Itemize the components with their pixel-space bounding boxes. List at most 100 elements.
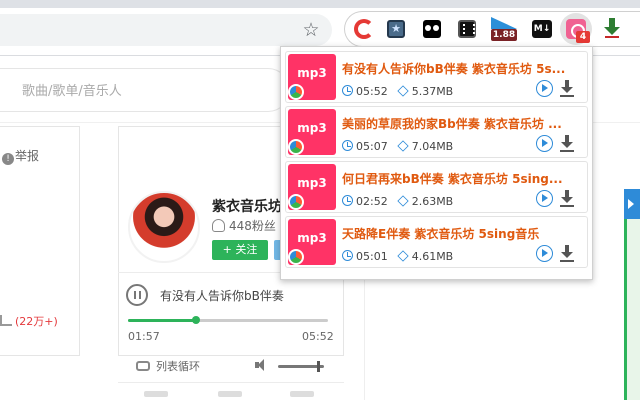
download-icon[interactable] xyxy=(560,190,574,207)
mp3-thumbnail: mp3 xyxy=(288,109,336,155)
song-title: 有没有人告诉你bB伴奏 紫衣音乐坊 5s... xyxy=(342,62,566,76)
report-link[interactable]: ! 举报 xyxy=(2,147,39,165)
source-logo-icon xyxy=(288,249,304,265)
file-size-icon xyxy=(397,85,409,97)
song-meta: 05:07 7.04MB xyxy=(342,140,453,153)
report-label: 举报 xyxy=(15,149,40,163)
play-icon[interactable] xyxy=(536,190,553,207)
song-size: 7.04MB xyxy=(411,140,454,153)
mp3-thumbnail: mp3 xyxy=(288,164,336,210)
song-duration: 02:52 xyxy=(356,195,388,208)
song-meta: 05:52 5.37MB xyxy=(342,85,453,98)
download-icon-base xyxy=(560,260,574,262)
song-list: mp3 有没有人告诉你bB伴奏 紫衣音乐坊 5s... 05:52 5.37MB … xyxy=(285,51,588,271)
song-duration: 05:52 xyxy=(356,85,388,98)
artist-avatar[interactable] xyxy=(128,191,200,263)
pause-icon[interactable] xyxy=(126,284,148,306)
download-icon-base xyxy=(560,95,574,97)
total-time: 05:52 xyxy=(302,330,334,343)
bookmark-star-icon[interactable]: ☆ xyxy=(300,19,322,41)
download-icon[interactable] xyxy=(560,80,574,97)
bar-chart-icon xyxy=(0,315,12,326)
star-extension-icon[interactable]: ★ xyxy=(387,20,405,38)
tab-strip xyxy=(0,0,640,8)
player-tab-1[interactable] xyxy=(144,391,168,397)
person-icon xyxy=(212,219,225,232)
volume-knob[interactable] xyxy=(317,361,321,372)
address-bar[interactable] xyxy=(0,14,332,46)
song-duration: 05:07 xyxy=(356,140,388,153)
play-icon[interactable] xyxy=(536,80,553,97)
song-meta: 02:52 2.63MB xyxy=(342,195,453,208)
hot-count: (22万+) xyxy=(0,313,58,329)
download-icon[interactable] xyxy=(560,135,574,152)
download-icon[interactable] xyxy=(560,245,574,262)
mp3-label: mp3 xyxy=(297,66,327,80)
player-tab-2[interactable] xyxy=(218,391,242,397)
player-tabs xyxy=(118,382,344,400)
speed-extension-icon[interactable]: 1.88 xyxy=(491,17,517,41)
side-expand-tab[interactable] xyxy=(624,189,640,219)
download-icon-arrow xyxy=(561,142,573,148)
extension-popup: mp3 有没有人告诉你bB伴奏 紫衣音乐坊 5s... 05:52 5.37MB … xyxy=(280,46,593,280)
loop-mode-label: 列表循环 xyxy=(156,360,200,373)
opera-extension-icon[interactable] xyxy=(354,19,374,39)
play-icon[interactable] xyxy=(536,245,553,262)
search-input[interactable] xyxy=(22,81,242,101)
download-icon-base xyxy=(560,205,574,207)
search-box xyxy=(0,68,290,112)
download-arrow-head xyxy=(604,27,620,35)
mp3-thumbnail: mp3 xyxy=(288,54,336,100)
download-icon-arrow xyxy=(561,252,573,258)
film-extension-icon[interactable] xyxy=(458,20,476,38)
file-size-icon xyxy=(397,140,409,152)
song-size: 2.63MB xyxy=(411,195,454,208)
download-icon-base xyxy=(560,150,574,152)
download-icon-arrow xyxy=(561,197,573,203)
loop-icon xyxy=(136,361,150,371)
song-title: 天路降E伴奏 紫衣音乐坊 5sing音乐 xyxy=(342,227,540,241)
speed-extension-value: 1.88 xyxy=(491,29,517,41)
song-duration: 05:01 xyxy=(356,250,388,263)
mp3-label: mp3 xyxy=(297,121,327,135)
song-item: mp3 何日君再来bB伴奏 紫衣音乐坊 5sing... 02:52 2.63MB xyxy=(285,161,588,213)
side-panel-edge xyxy=(624,219,640,400)
artist-name[interactable]: 紫衣音乐坊 xyxy=(212,196,282,216)
volume-icon[interactable] xyxy=(255,359,267,371)
fans-count-value: 448粉丝 xyxy=(229,219,276,233)
current-time: 01:57 xyxy=(128,330,160,343)
song-item: mp3 天路降E伴奏 紫衣音乐坊 5sing音乐 05:01 4.61MB xyxy=(285,216,588,268)
file-size-icon xyxy=(397,250,409,262)
progress-knob[interactable] xyxy=(192,316,200,324)
source-logo-icon xyxy=(288,139,304,155)
clock-icon xyxy=(342,140,353,151)
mp3-label: mp3 xyxy=(297,176,327,190)
source-logo-icon xyxy=(288,84,304,100)
markdown-extension-icon[interactable]: M↓ xyxy=(532,20,552,38)
song-item: mp3 有没有人告诉你bB伴奏 紫衣音乐坊 5s... 05:52 5.37MB xyxy=(285,51,588,103)
download-icon-arrow xyxy=(561,87,573,93)
now-playing-title: 有没有人告诉你bB伴奏 xyxy=(160,289,284,303)
progress-fill xyxy=(128,319,196,322)
song-meta: 05:01 4.61MB xyxy=(342,250,453,263)
download-extension-icon[interactable] xyxy=(604,18,620,38)
volume-slider[interactable] xyxy=(278,361,324,372)
song-size: 5.37MB xyxy=(411,85,454,98)
clock-icon xyxy=(342,195,353,206)
loop-mode-button[interactable]: 列表循环 xyxy=(136,358,200,374)
song-item: mp3 美丽的草原我的家Bb伴奏 紫衣音乐坊 ... 05:07 7.04MB xyxy=(285,106,588,158)
progress-bar[interactable] xyxy=(128,316,328,324)
source-logo-icon xyxy=(288,194,304,210)
play-icon[interactable] xyxy=(536,135,553,152)
song-title: 美丽的草原我的家Bb伴奏 紫衣音乐坊 ... xyxy=(342,117,562,131)
follow-button[interactable]: + 关注 xyxy=(212,240,268,260)
clock-icon xyxy=(342,250,353,261)
mp3-label: mp3 xyxy=(297,231,327,245)
song-size: 4.61MB xyxy=(411,250,454,263)
shield-alert-icon: ! xyxy=(2,153,14,165)
owl-extension-icon[interactable] xyxy=(423,20,441,38)
download-arrow-base xyxy=(605,36,619,38)
extension-badge: 4 xyxy=(576,31,590,43)
player-tab-3[interactable] xyxy=(290,391,314,397)
file-size-icon xyxy=(397,195,409,207)
